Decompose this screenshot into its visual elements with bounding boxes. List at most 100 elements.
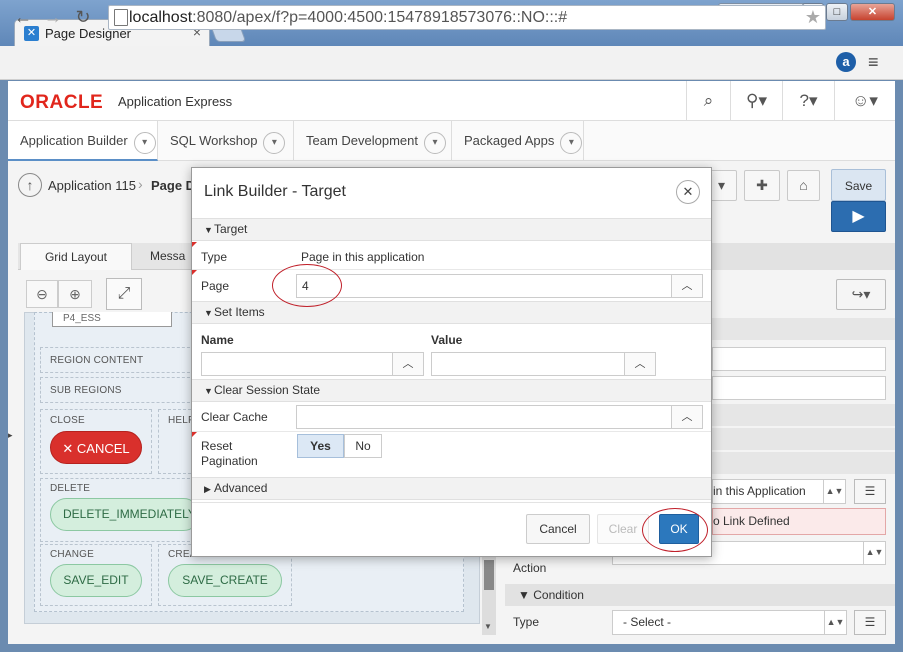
sub-regions-label: SUB REGIONS: [50, 385, 122, 396]
close-icon[interactable]: ✕: [676, 180, 700, 204]
page-label: Page: [201, 279, 230, 293]
collapse-triangle-icon: ▼: [204, 308, 213, 318]
user-avatar-icon[interactable]: ☺▾: [834, 81, 895, 121]
type-value: Page in this application: [301, 250, 425, 264]
updown-arrow-icon: ▲▼: [863, 541, 885, 565]
condition-header[interactable]: ▼ Condition: [518, 588, 584, 602]
action-label: Action: [513, 561, 547, 575]
bookmark-star-icon[interactable]: ★: [805, 7, 821, 28]
nav-tab-sql-workshop[interactable]: SQL Workshop ▾: [158, 121, 294, 161]
page-item[interactable]: P4_ESS: [52, 312, 172, 327]
zoom-in-icon[interactable]: ⊕: [58, 280, 92, 308]
forward-arrow-icon[interactable]: →: [42, 6, 64, 28]
annotation-circle-ok: [642, 508, 708, 552]
expand-triangle-icon: ▶: [204, 484, 211, 494]
nav-tab-application-builder[interactable]: Application Builder ▾: [8, 121, 158, 161]
chevron-up-icon[interactable]: ︿: [392, 352, 424, 376]
section-clear-session-state[interactable]: ▼Clear Session State: [192, 379, 711, 402]
reset-pagination-no[interactable]: No: [344, 434, 382, 458]
play-icon: ▶: [852, 208, 865, 225]
address-bar[interactable]: localhost:8080/apex/f?p=4000:4500:154789…: [108, 5, 826, 30]
admin-tools-icon[interactable]: ⚲▾: [730, 81, 782, 121]
collapse-triangle-icon: ▼: [204, 386, 213, 396]
reset-pagination-yes[interactable]: Yes: [297, 434, 344, 458]
section-set-items[interactable]: ▼Set Items: [192, 301, 711, 324]
save-create-button[interactable]: SAVE_CREATE: [168, 564, 282, 597]
section-target[interactable]: ▼Target: [192, 218, 711, 241]
breadcrumb-page[interactable]: Page D: [151, 178, 195, 193]
chevron-down-icon[interactable]: ▾: [263, 132, 286, 154]
list-icon[interactable]: ☰: [854, 479, 886, 504]
tab-messages[interactable]: Messa: [150, 243, 185, 270]
comment-add-icon[interactable]: ✚: [744, 170, 780, 201]
redirect-arrow-icon: ↪▾: [851, 286, 871, 302]
property-field[interactable]: [712, 347, 886, 371]
shared-components-icon[interactable]: ⌂: [787, 170, 820, 201]
link-builder-dialog: Link Builder - Target ✕ ▼Target Type Pag…: [191, 167, 712, 557]
back-arrow-icon[interactable]: ←: [12, 6, 34, 28]
help-icon[interactable]: ?▾: [782, 81, 834, 121]
property-group-strip: [712, 452, 895, 474]
section-advanced[interactable]: ▶ Advanced: [192, 477, 711, 500]
save-edit-button[interactable]: SAVE_EDIT: [50, 564, 142, 597]
cancel-region-button[interactable]: ✕ CANCEL: [50, 431, 142, 464]
reload-icon[interactable]: ↻: [72, 6, 94, 28]
clear-cache-input[interactable]: [296, 405, 672, 429]
go-to-group-button[interactable]: ↪▾: [836, 279, 886, 310]
apex-icon: ✕: [24, 26, 39, 41]
close-icon: ✕: [62, 441, 74, 456]
collapse-triangle-icon: ▼: [204, 225, 213, 235]
page-input[interactable]: 4: [296, 274, 672, 298]
cancel-button[interactable]: Cancel: [526, 514, 590, 544]
region-content-label: REGION CONTENT: [50, 355, 144, 366]
page-icon: [114, 9, 128, 26]
updown-arrow-icon: ▲▼: [824, 610, 846, 635]
delete-label: DELETE: [50, 483, 91, 494]
delete-immediately-button[interactable]: DELETE_IMMEDIATELY: [50, 498, 200, 531]
property-group-strip: [712, 428, 895, 450]
chevron-up-icon[interactable]: ︿: [624, 352, 656, 376]
collapse-left-icon[interactable]: ▸: [8, 430, 16, 454]
chevron-down-icon[interactable]: ▾: [133, 132, 156, 154]
property-group-strip: [712, 404, 895, 426]
target-type-select[interactable]: in this Application ▲▼: [712, 479, 846, 504]
property-field[interactable]: [712, 376, 886, 400]
property-group-strip: [712, 318, 895, 340]
save-button[interactable]: Save: [831, 169, 886, 201]
chevron-up-icon[interactable]: ︿: [671, 405, 703, 429]
type-label: Type: [201, 250, 228, 264]
item-value-input[interactable]: [431, 352, 625, 376]
chevron-down-icon[interactable]: ▾: [560, 132, 583, 154]
product-name: Application Express: [118, 94, 233, 109]
required-marker: [192, 270, 197, 275]
run-page-button[interactable]: ▶: [831, 201, 886, 232]
zoom-out-icon[interactable]: ⊖: [26, 280, 58, 308]
list-icon[interactable]: ☰: [854, 610, 886, 635]
clear-cache-label: Clear Cache: [201, 410, 268, 424]
link-target-field[interactable]: o Link Defined: [712, 508, 886, 535]
chevron-up-icon[interactable]: ︿: [671, 274, 703, 298]
chevron-down-icon[interactable]: ▾: [424, 132, 446, 154]
nav-tab-packaged-apps[interactable]: Packaged Apps ▾: [452, 121, 584, 161]
item-name-input[interactable]: [201, 352, 393, 376]
nav-tab-team-development[interactable]: Team Development ▾: [294, 121, 452, 161]
condition-type-select[interactable]: - Select - ▲▼: [612, 610, 847, 635]
condition-type-label: Type: [513, 615, 540, 629]
scroll-down-icon[interactable]: ▼: [484, 622, 492, 631]
expand-icon[interactable]: ⤢: [106, 278, 142, 310]
window-maximize-button[interactable]: □: [826, 3, 848, 21]
reset-pagination-label: Reset Pagination: [201, 439, 258, 468]
change-label: CHANGE: [50, 549, 94, 560]
dialog-title: Link Builder - Target: [204, 183, 346, 200]
tab-grid-layout[interactable]: Grid Layout: [20, 243, 132, 270]
close-label: CLOSE: [50, 415, 85, 426]
breadcrumb-application[interactable]: Application 115: [48, 178, 136, 193]
extension-icon[interactable]: a: [836, 52, 856, 72]
window-close-button[interactable]: ✕: [850, 3, 895, 21]
scrollbar-thumb[interactable]: [484, 560, 494, 590]
browser-menu-icon[interactable]: ≡: [868, 52, 879, 73]
search-icon[interactable]: ⌕: [686, 81, 730, 121]
up-arrow-icon[interactable]: ↑: [18, 173, 42, 197]
oracle-logo: ORACLE: [20, 92, 104, 113]
updown-arrow-icon: ▲▼: [823, 479, 845, 504]
